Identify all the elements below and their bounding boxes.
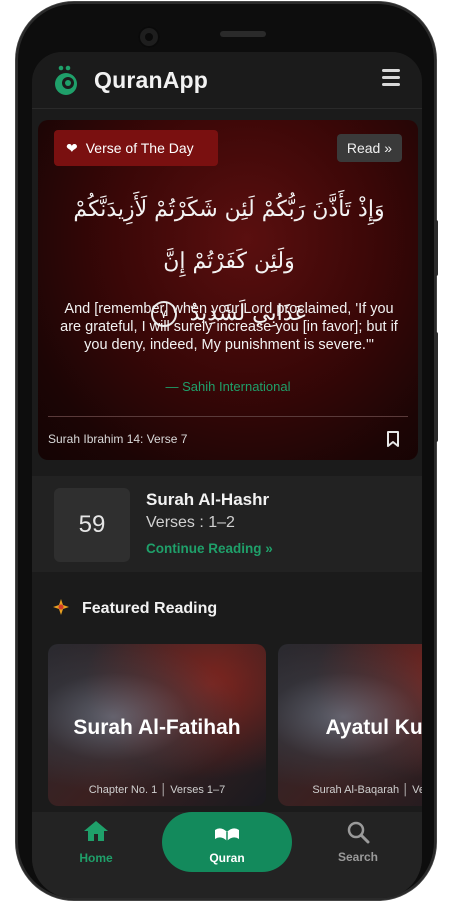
nav-home-label: Home xyxy=(79,851,113,865)
hamburger-menu-icon[interactable] xyxy=(382,69,400,87)
continue-reading-card[interactable]: 59 Surah Al-Hashr Verses : 1–2 Continue … xyxy=(32,476,422,572)
quran-app-logo-icon xyxy=(52,63,82,97)
translator-credit: — Sahih International xyxy=(165,379,291,394)
app-header: QuranApp xyxy=(32,52,422,109)
surah-name: Surah Al-Hashr xyxy=(146,490,270,509)
featured-card-meta: Chapter No. 1 │ Verses 1–7 xyxy=(88,784,226,796)
sparkle-star-icon xyxy=(52,598,70,616)
read-button[interactable]: Read » xyxy=(336,134,402,162)
featured-card-title: Ayatul Kursi xyxy=(325,716,422,739)
open-book-icon xyxy=(215,828,239,841)
verse-of-day-label: Verse of The Day xyxy=(85,140,194,156)
nav-search[interactable]: Search xyxy=(318,820,398,864)
featured-card-title: Surah Al-Fatihah xyxy=(73,716,241,739)
verse-translation: And [remember] when your Lord proclaimed… xyxy=(60,301,398,353)
volume-button xyxy=(434,220,438,276)
arabic-verse-line-1: وَإِذْ تَأَذَّنَ رَبُّكُمْ لَئِن شَكَرْت… xyxy=(73,197,385,274)
nav-home[interactable]: Home xyxy=(56,820,136,865)
surah-number: 59 xyxy=(54,488,130,562)
bookmark-icon[interactable] xyxy=(386,431,400,447)
search-icon xyxy=(347,821,370,844)
front-camera xyxy=(138,26,160,48)
nav-search-label: Search xyxy=(337,850,379,864)
nav-quran-label: Quran xyxy=(209,851,245,865)
earpiece-speaker xyxy=(220,31,266,37)
bottom-navigation: Home Quran Search xyxy=(32,812,422,898)
continue-reading-link[interactable]: Continue Reading » xyxy=(146,541,273,556)
featured-card-fatihah[interactable]: Surah Al-Fatihah Chapter No. 1 │ Verses … xyxy=(48,644,266,806)
nav-quran[interactable]: Quran xyxy=(162,812,292,872)
verse-of-day-badge: ❤ Verse of The Day xyxy=(54,130,218,166)
featured-card-meta: Surah Al-Baqarah │ Verse 255 xyxy=(312,784,422,796)
surah-verses: Verses : 1–2 xyxy=(146,514,235,531)
app-screen: QuranApp ❤ Verse of The Day Read » وَإِذ… xyxy=(32,52,422,898)
verse-reference: Surah Ibrahim 14: Verse 7 xyxy=(48,432,188,446)
heart-icon: ❤ xyxy=(66,139,78,156)
app-title: QuranApp xyxy=(94,66,209,93)
featured-card-ayatul-kursi[interactable]: Ayatul Kursi Surah Al-Baqarah │ Verse 25… xyxy=(278,644,422,806)
card-divider xyxy=(48,416,408,417)
verse-of-the-day-card: ❤ Verse of The Day Read » وَإِذْ تَأَذَّ… xyxy=(38,120,418,460)
power-button xyxy=(434,332,438,442)
featured-reading-title: Featured Reading xyxy=(82,600,218,617)
home-icon xyxy=(84,821,108,841)
